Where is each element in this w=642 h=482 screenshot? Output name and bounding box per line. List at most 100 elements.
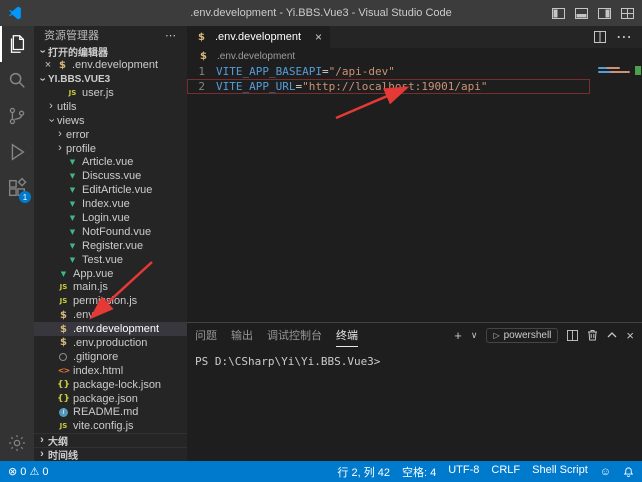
split-terminal-icon[interactable] [567,330,578,341]
vue-icon: ▼ [66,256,79,264]
terminal-prompt: PS D:\CSharp\Yi\Yi.BBS.Vue3> [195,355,380,368]
tree-item-package.json[interactable]: {}package.json [34,392,187,406]
code-line-1[interactable]: 1VITE_APP_BASEAPI="/api-dev" [187,64,590,79]
timeline-label: 时间线 [48,447,78,462]
notifications-bell-icon[interactable] [623,466,634,478]
minimap-git-decoration [635,66,641,75]
run-debug-icon[interactable] [0,134,34,170]
html-icon: <> [57,366,70,375]
tree-item-label: profile [66,143,96,155]
tree-item-label: index.html [73,365,123,377]
project-section[interactable]: › YI.BBS.VUE3 [34,72,187,86]
chevron-right-icon: › [54,129,66,140]
tree-item-index.html[interactable]: <>index.html [34,364,187,378]
extensions-badge: 1 [19,191,31,203]
panel-tab-调试控制台[interactable]: 调试控制台 [267,323,322,347]
open-editors-section[interactable]: › 打开的编辑器 [34,44,187,58]
tab-label: .env.development [215,31,301,43]
tree-item-label: .env [73,309,94,321]
status-item[interactable]: CRLF [491,464,520,480]
panel-tab-终端[interactable]: 终端 [336,323,358,347]
toggle-panel-icon[interactable] [575,8,588,19]
tree-item-.env.production[interactable]: $.env.production [34,336,187,350]
explorer-icon[interactable] [0,26,34,62]
close-panel-icon[interactable]: × [626,328,634,343]
tree-item-label: .env.production [73,337,147,349]
tree-item-label: Register.vue [82,240,143,252]
outline-section[interactable]: › 大纲 [34,433,187,447]
status-item[interactable]: UTF-8 [448,464,479,480]
tree-item-label: .gitignore [73,351,118,363]
env-icon: $ [197,51,210,62]
customize-layout-icon[interactable] [621,8,634,19]
tree-item-EditArticle.vue[interactable]: ▼EditArticle.vue [34,183,187,197]
tree-item-label: EditArticle.vue [82,184,152,196]
code-token: = [295,79,302,94]
code-editor[interactable]: 1VITE_APP_BASEAPI="/api-dev"2VITE_APP_UR… [187,64,642,322]
status-item[interactable]: 空格: 4 [402,464,436,480]
feedback-smiley-icon[interactable]: ☺ [600,466,611,478]
kill-terminal-icon[interactable] [587,329,598,341]
tree-item-Article.vue[interactable]: ▼Article.vue [34,155,187,169]
search-icon[interactable] [0,62,34,98]
new-terminal-icon[interactable]: + [454,328,462,343]
toggle-secondary-sidebar-icon[interactable] [598,8,611,19]
tree-item-App.vue[interactable]: ▼App.vue [34,267,187,281]
open-editor-item-env-development[interactable]: × $ .env.development [34,58,187,72]
tree-item-README.md[interactable]: iREADME.md [34,405,187,419]
tree-item-main.js[interactable]: JSmain.js [34,280,187,294]
tree-item-Discuss.vue[interactable]: ▼Discuss.vue [34,169,187,183]
tree-item-profile[interactable]: ›profile [34,142,187,156]
tree-item-label: vite.config.js [73,420,134,432]
tab-env-development[interactable]: $ .env.development × [187,26,330,48]
tree-item-views[interactable]: ›views [34,114,187,128]
problems-status[interactable]: ⊗ 0 ⚠ 0 [8,465,49,478]
source-control-icon[interactable] [0,98,34,134]
close-tab-icon[interactable]: × [315,30,322,44]
tree-item-Login.vue[interactable]: ▼Login.vue [34,211,187,225]
status-item[interactable]: Shell Script [532,464,588,480]
close-icon[interactable]: × [42,59,54,71]
tree-item-Index.vue[interactable]: ▼Index.vue [34,197,187,211]
tree-item-.gitignore[interactable]: .gitignore [34,350,187,364]
vscode-logo-icon [8,5,24,21]
status-item[interactable]: 行 2, 列 42 [337,464,390,480]
split-editor-icon[interactable] [594,31,606,43]
more-actions-icon[interactable]: ⋯ [165,29,177,42]
js-icon: JS [57,283,70,291]
tree-item-.env[interactable]: $.env [34,308,187,322]
breadcrumb-item: .env.development [217,51,295,62]
tree-item-label: permission.js [73,295,137,307]
terminal-dropdown-icon[interactable]: ∨ [471,330,478,341]
tree-item-vite.config.js[interactable]: JSvite.config.js [34,419,187,433]
maximize-panel-icon[interactable] [607,332,617,338]
breadcrumb[interactable]: $ .env.development [187,48,642,64]
minimap[interactable] [594,64,642,322]
panel-tab-输出[interactable]: 输出 [231,323,253,347]
tree-item-label: README.md [73,406,138,418]
js-icon: JS [66,89,79,97]
tree-item-Test.vue[interactable]: ▼Test.vue [34,253,187,267]
terminal-output[interactable]: PS D:\CSharp\Yi\Yi.BBS.Vue3> [187,347,642,376]
extensions-icon[interactable]: 1 [0,170,34,206]
tree-item-package-lock.json[interactable]: {}package-lock.json [34,378,187,392]
file-tree: JSuser.js›utils›views›error›profile▼Arti… [34,86,187,433]
editor-more-actions-icon[interactable]: ⋯ [616,27,632,47]
toggle-sidebar-icon[interactable] [552,8,565,19]
tree-item-Register.vue[interactable]: ▼Register.vue [34,239,187,253]
shell-selector-button[interactable]: ▷ powershell [486,328,558,343]
tree-item-label: Index.vue [82,198,130,210]
line-number: 2 [191,79,205,94]
tree-item-NotFound.vue[interactable]: ▼NotFound.vue [34,225,187,239]
tree-item-permission.js[interactable]: JSpermission.js [34,294,187,308]
tree-item-error[interactable]: ›error [34,128,187,142]
panel-tab-问题[interactable]: 问题 [195,323,217,347]
timeline-section[interactable]: › 时间线 [34,447,187,461]
code-line-2[interactable]: 2VITE_APP_URL="http://localhost:19001/ap… [187,79,590,94]
settings-gear-icon[interactable] [0,425,34,461]
tree-item-.env.development[interactable]: $.env.development [34,322,187,336]
tree-item-label: error [66,129,89,141]
tree-item-utils[interactable]: ›utils [34,100,187,114]
tree-item-user.js[interactable]: JSuser.js [34,86,187,100]
warning-icon: ⚠ [29,466,39,478]
